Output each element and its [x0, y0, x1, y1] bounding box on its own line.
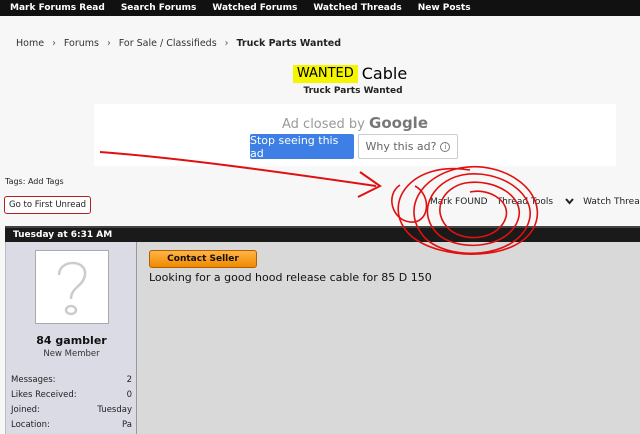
- message-area: Contact Seller Looking for a good hood r…: [137, 242, 640, 434]
- top-navigation: Mark Forums Read Search Forums Watched F…: [0, 0, 640, 16]
- thread-forum-name: Truck Parts Wanted: [303, 86, 403, 96]
- thread-tools-bar: Mark FOUND Thread Tools Watch Thread Se: [430, 197, 640, 207]
- breadcrumb-for-sale[interactable]: For Sale / Classifieds: [119, 38, 217, 49]
- default-avatar-icon: [57, 261, 87, 316]
- thread-title: Cable: [361, 64, 408, 83]
- why-this-ad-button[interactable]: Why this ad? i: [358, 134, 458, 159]
- post-date-header: Tuesday at 6:31 AM: [5, 226, 640, 242]
- info-icon: i: [440, 141, 451, 152]
- breadcrumb-home[interactable]: Home: [16, 38, 44, 49]
- google-logo: Google: [369, 114, 428, 132]
- ad-closed-label: Ad closed by: [282, 117, 365, 132]
- thread-prefix-badge: WANTED: [292, 64, 358, 83]
- user-stats: Messages: 2 Likes Received: 0 Joined: Tuesd…: [11, 372, 132, 432]
- stat-label: Location:: [11, 419, 50, 430]
- breadcrumb-separator: ›: [52, 38, 56, 49]
- stat-label: Messages:: [11, 374, 56, 385]
- ad-closed-message: Ad closed by Google: [94, 114, 616, 132]
- nav-new-posts[interactable]: New Posts: [418, 3, 471, 13]
- mark-found-link[interactable]: Mark FOUND: [430, 197, 488, 207]
- user-title: New Member: [43, 349, 100, 359]
- nav-search-forums[interactable]: Search Forums: [121, 3, 197, 13]
- breadcrumb-separator: ›: [224, 38, 229, 49]
- page-title: WANTED Cable: [0, 64, 640, 83]
- nav-watched-threads[interactable]: Watched Threads: [313, 3, 401, 13]
- nav-watched-forums[interactable]: Watched Forums: [212, 3, 297, 13]
- stat-value[interactable]: 2: [127, 375, 132, 385]
- tags-add-link[interactable]: Tags: Add Tags: [5, 177, 64, 186]
- thread-tools-menu[interactable]: Thread Tools: [497, 197, 575, 207]
- stat-value: Tuesday: [97, 404, 132, 415]
- message-body: Looking for a good hood release cable fo…: [149, 271, 432, 284]
- breadcrumb: Home › Forums › For Sale / Classifieds ›…: [16, 38, 341, 49]
- stat-label: Joined:: [11, 404, 40, 415]
- stat-value: Pa: [122, 419, 132, 430]
- stat-messages: Messages: 2: [11, 372, 132, 387]
- ad-closed-panel: Ad closed by Google Stop seeing this ad …: [94, 104, 616, 166]
- stop-seeing-ad-button[interactable]: Stop seeing this ad: [250, 134, 354, 160]
- red-scribble-loop: [391, 184, 428, 223]
- breadcrumb-forums[interactable]: Forums: [64, 38, 99, 49]
- avatar[interactable]: [35, 250, 109, 324]
- stat-joined: Joined: Tuesday: [11, 402, 132, 417]
- contact-seller-button[interactable]: Contact Seller: [149, 250, 257, 268]
- post: 84 gambler New Member Messages: 2 Likes R…: [5, 242, 640, 434]
- red-arrow-head: [357, 171, 382, 198]
- go-to-first-unread-button[interactable]: Go to First Unread: [4, 196, 92, 214]
- why-this-ad-label: Why this ad?: [365, 140, 437, 153]
- chevron-down-icon: [565, 198, 574, 205]
- stat-location: Location: Pa: [11, 417, 132, 432]
- watch-thread-link[interactable]: Watch Thread: [583, 197, 640, 207]
- breadcrumb-separator: ›: [106, 38, 111, 49]
- user-info-sidebar: 84 gambler New Member Messages: 2 Likes R…: [6, 242, 137, 434]
- nav-mark-forums-read[interactable]: Mark Forums Read: [10, 3, 105, 13]
- stat-likes: Likes Received: 0: [11, 387, 132, 402]
- thread-tools-label: Thread Tools: [496, 197, 554, 207]
- post-date: Tuesday at 6:31 AM: [13, 230, 113, 240]
- stat-value: 0: [126, 389, 132, 400]
- username[interactable]: 84 gambler: [6, 334, 137, 347]
- breadcrumb-current[interactable]: Truck Parts Wanted: [236, 38, 341, 49]
- stat-label: Likes Received:: [11, 389, 77, 400]
